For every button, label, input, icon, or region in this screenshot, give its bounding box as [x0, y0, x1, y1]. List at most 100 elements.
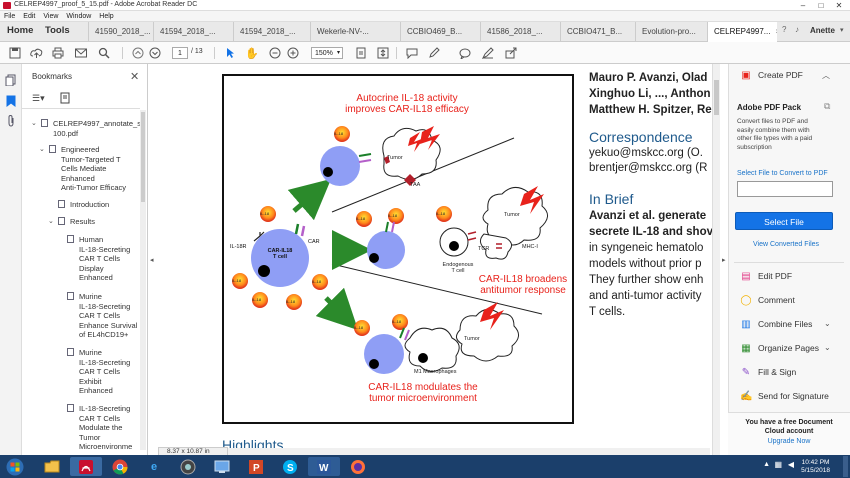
start-button[interactable]	[1, 456, 29, 477]
clock[interactable]: 10:42 PM 5/15/2018	[801, 459, 830, 475]
notification-bell-icon[interactable]: ♪	[795, 25, 799, 34]
close-tab-icon[interactable]: ×	[775, 27, 777, 36]
minimize-button[interactable]: –	[794, 0, 812, 11]
help-icon[interactable]: ?	[782, 25, 786, 34]
screen-capture-icon[interactable]	[206, 457, 238, 476]
email-link[interactable]: yekuo@mskcc.org (O.	[589, 146, 720, 161]
page-thumbnails-icon[interactable]	[5, 74, 17, 87]
select-file-button[interactable]: Select File	[735, 212, 833, 230]
bookmark-item[interactable]: Introduction	[58, 200, 109, 210]
select-cursor-icon[interactable]	[223, 46, 237, 60]
comment-icon[interactable]	[405, 46, 419, 60]
skype-icon[interactable]: S	[274, 457, 306, 476]
fill-sign-tool[interactable]: ✎ Fill & Sign	[740, 367, 796, 378]
doc-tab[interactable]: Evolution-pro...	[635, 22, 707, 42]
collapse-right-panel-icon[interactable]: ▸	[722, 256, 726, 264]
options-menu-icon[interactable]: ☰▾	[32, 93, 45, 104]
authors-line: Matthew H. Spitzer, Re	[589, 104, 712, 116]
close-panel-icon[interactable]: ✕	[130, 70, 139, 83]
internet-explorer-icon[interactable]: e	[138, 457, 170, 476]
fit-page-icon[interactable]	[354, 46, 368, 60]
close-button[interactable]: ✕	[830, 0, 848, 11]
vertical-scrollbar[interactable]	[712, 64, 720, 455]
share-icon[interactable]	[504, 46, 518, 60]
bookmark-icon[interactable]	[5, 95, 17, 107]
new-bookmark-icon[interactable]	[60, 92, 71, 107]
show-desktop-button[interactable]	[843, 456, 848, 477]
word-icon[interactable]: W	[308, 457, 340, 476]
firefox-icon[interactable]	[342, 457, 374, 476]
speech-bubble-icon[interactable]	[458, 46, 472, 60]
bookmark-item[interactable]: IL-18-Secreting CAR T Cells Modulate the…	[67, 404, 132, 452]
menu-edit[interactable]: Edit	[19, 11, 39, 22]
acrobat-taskbar-icon[interactable]	[70, 457, 102, 476]
zoom-select[interactable]: 150% ▾	[311, 47, 343, 59]
menu-view[interactable]: View	[39, 11, 62, 22]
chevron-down-icon: ⌄	[824, 343, 831, 352]
scrollbar-thumb[interactable]	[714, 80, 719, 115]
upload-cloud-icon[interactable]	[29, 46, 43, 60]
bookmark-item[interactable]: ⌄ Results	[48, 217, 95, 227]
bookmarks-scrollbar[interactable]	[140, 110, 146, 450]
bookmark-item[interactable]: Murine IL-18-Secreting CAR T Cells Enhan…	[67, 292, 137, 340]
send-signature-tool[interactable]: ✍ Send for Signature	[740, 391, 829, 402]
menu-help[interactable]: Help	[95, 11, 117, 22]
collapse-left-panel-icon[interactable]: ◂	[150, 256, 154, 264]
doc-tab[interactable]: 41594_2018_...	[153, 22, 233, 42]
organize-pages-tool[interactable]: ▦ Organize Pages ⌄	[740, 343, 830, 354]
file-input[interactable]	[737, 181, 833, 197]
save-icon[interactable]	[8, 46, 22, 60]
sign-pen-icon[interactable]	[481, 46, 495, 60]
doc-tab[interactable]: CCBIO469_B...	[400, 22, 480, 42]
combine-files-tool[interactable]: ▥ Combine Files ⌄	[740, 319, 830, 330]
create-pdf-tool[interactable]: ▣ Create PDF ︿	[740, 70, 830, 81]
email-icon[interactable]	[74, 46, 88, 60]
svg-text:W: W	[319, 463, 329, 474]
user-chevron-icon[interactable]: ▾	[840, 26, 844, 34]
attachment-icon[interactable]	[5, 114, 17, 127]
pdf-pack-description: Convert files to PDF and easily combine …	[737, 118, 813, 151]
horizontal-scrollbar[interactable]	[228, 448, 710, 455]
print-icon[interactable]	[51, 46, 65, 60]
edit-pdf-tool[interactable]: ▤ Edit PDF	[740, 271, 792, 282]
show-hidden-icons-icon[interactable]: ▲	[763, 461, 770, 468]
highlight-pen-icon[interactable]	[427, 46, 441, 60]
powerpoint-icon[interactable]: P	[240, 457, 272, 476]
chrome-icon[interactable]	[104, 457, 136, 476]
next-page-icon[interactable]	[148, 46, 162, 60]
menu-file[interactable]: File	[0, 11, 19, 22]
doc-tab[interactable]: Wekerle-NV-...	[310, 22, 400, 42]
doc-tab-active[interactable]: CELREP4997... ×	[707, 22, 777, 42]
maximize-button[interactable]: □	[812, 0, 830, 11]
comment-tool[interactable]: ◯ Comment	[740, 295, 794, 306]
hand-tool-icon[interactable]: ✋	[245, 46, 259, 60]
email-link[interactable]: brentjer@mskcc.org (R	[589, 161, 720, 176]
home-nav[interactable]: Home	[7, 25, 33, 36]
page-number-input[interactable]: 1	[172, 47, 188, 59]
prev-page-icon[interactable]	[131, 46, 145, 60]
zoom-out-icon[interactable]	[268, 46, 282, 60]
doc-tab[interactable]: 41590_2018_...	[88, 22, 153, 42]
menu-window[interactable]: Window	[62, 11, 95, 22]
scrollbar-thumb[interactable]	[141, 112, 145, 202]
search-icon[interactable]	[97, 46, 111, 60]
doc-tab[interactable]: 41594_2018_...	[233, 22, 310, 42]
volume-icon[interactable]: ◀	[788, 460, 794, 469]
zoom-in-icon[interactable]	[286, 46, 300, 60]
bookmark-item[interactable]: Murine IL-18-Secreting CAR T Cells Exhib…	[67, 348, 130, 396]
bookmark-item-root[interactable]: ⌄ CELREP4997_annotate_s 100.pdf	[31, 119, 141, 138]
pack-info-icon[interactable]: ⧉	[824, 101, 830, 112]
bookmark-item[interactable]: ⌄ Engineered Tumor-Targeted T Cells Media…	[39, 145, 126, 193]
tools-nav[interactable]: Tools	[45, 25, 70, 36]
tool-label: Fill & Sign	[758, 367, 797, 377]
doc-tab[interactable]: CCBIO471_B...	[560, 22, 635, 42]
bookmark-item[interactable]: Human IL-18-Secreting CAR T Cells Displa…	[67, 235, 130, 283]
scroll-mode-icon[interactable]	[376, 46, 390, 60]
network-icon[interactable]: ▦	[774, 460, 782, 469]
camera-app-icon[interactable]	[172, 457, 204, 476]
doc-tab[interactable]: 41586_2018_...	[480, 22, 560, 42]
view-converted-link[interactable]: View Converted Files	[753, 241, 819, 248]
upgrade-link[interactable]: Upgrade Now	[728, 438, 850, 445]
user-name[interactable]: Anette	[810, 26, 835, 35]
file-explorer-icon[interactable]	[36, 457, 68, 476]
